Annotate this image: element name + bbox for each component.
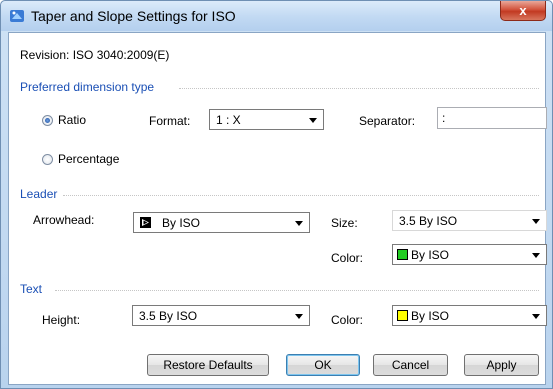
dialog-client: Revision: ISO 3040:2009(E) Preferred dim… <box>8 32 547 385</box>
arrowhead-icon <box>140 217 151 228</box>
section-divider <box>63 195 539 196</box>
leader-color-label: Color: <box>331 251 364 265</box>
chevron-down-icon <box>532 253 540 258</box>
separator-field[interactable] <box>437 107 547 129</box>
chevron-down-icon <box>295 221 303 226</box>
format-dropdown[interactable]: 1 : X <box>209 109 324 130</box>
section-divider <box>179 88 539 89</box>
chevron-down-icon <box>309 118 317 123</box>
chevron-down-icon <box>532 314 540 319</box>
size-dropdown[interactable]: 3.5 By ISO <box>392 210 547 231</box>
revision-label: Revision: ISO 3040:2009(E) <box>20 48 170 62</box>
window-title: Taper and Slope Settings for ISO <box>31 8 236 24</box>
height-value: 3.5 By ISO <box>139 309 198 323</box>
restore-defaults-button[interactable]: Restore Defaults <box>147 354 269 376</box>
close-icon: x <box>519 3 527 18</box>
section-divider <box>55 290 539 291</box>
percentage-radio[interactable] <box>42 154 53 165</box>
size-value: 3.5 By ISO <box>399 214 458 228</box>
text-color-dropdown[interactable]: By ISO <box>392 305 547 326</box>
height-label: Height: <box>42 313 81 327</box>
leader-color-dropdown[interactable]: By ISO <box>392 244 547 265</box>
text-color-label: Color: <box>331 313 364 327</box>
height-dropdown[interactable]: 3.5 By ISO <box>132 305 310 326</box>
ratio-label: Ratio <box>58 113 87 127</box>
ok-button[interactable]: OK <box>286 354 360 376</box>
text-color-value: By ISO <box>411 309 450 323</box>
leader-color-value: By ISO <box>411 248 450 262</box>
section-text-title: Text <box>20 282 43 296</box>
separator-input[interactable] <box>438 108 546 128</box>
cancel-button[interactable]: Cancel <box>373 354 448 376</box>
title-bar[interactable]: Taper and Slope Settings for ISO x <box>1 1 552 31</box>
dialog-window: Taper and Slope Settings for ISO x Revis… <box>0 0 553 389</box>
section-preferred-title: Preferred dimension type <box>20 80 155 94</box>
size-label: Size: <box>331 216 358 230</box>
chevron-down-icon <box>295 314 303 319</box>
section-leader-title: Leader <box>20 187 58 201</box>
arrowhead-value: By ISO <box>162 216 201 230</box>
leader-color-swatch <box>397 249 408 260</box>
separator-label: Separator: <box>359 114 416 128</box>
arrowhead-dropdown[interactable]: By ISO <box>133 212 310 233</box>
ratio-radio[interactable] <box>42 115 53 126</box>
percentage-label: Percentage <box>58 152 120 166</box>
format-value: 1 : X <box>216 113 241 127</box>
apply-button[interactable]: Apply <box>464 354 539 376</box>
chevron-down-icon <box>532 219 540 224</box>
text-color-swatch <box>397 310 408 321</box>
arrowhead-label: Arrowhead: <box>33 213 95 227</box>
app-icon <box>10 10 24 22</box>
format-label: Format: <box>149 114 191 128</box>
close-button[interactable]: x <box>500 1 546 21</box>
